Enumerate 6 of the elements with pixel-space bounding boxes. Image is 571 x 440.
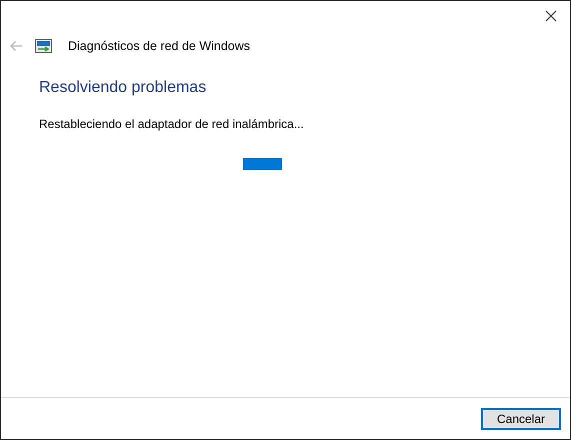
progress-indicator (243, 158, 282, 170)
cancel-button[interactable]: Cancelar (481, 408, 561, 430)
network-icon (35, 39, 52, 53)
page-heading: Resolviendo problemas (39, 79, 208, 97)
window-title: Diagnósticos de red de Windows (68, 39, 250, 53)
status-text: Restableciendo el adaptador de red inalámbrica... (39, 117, 305, 131)
